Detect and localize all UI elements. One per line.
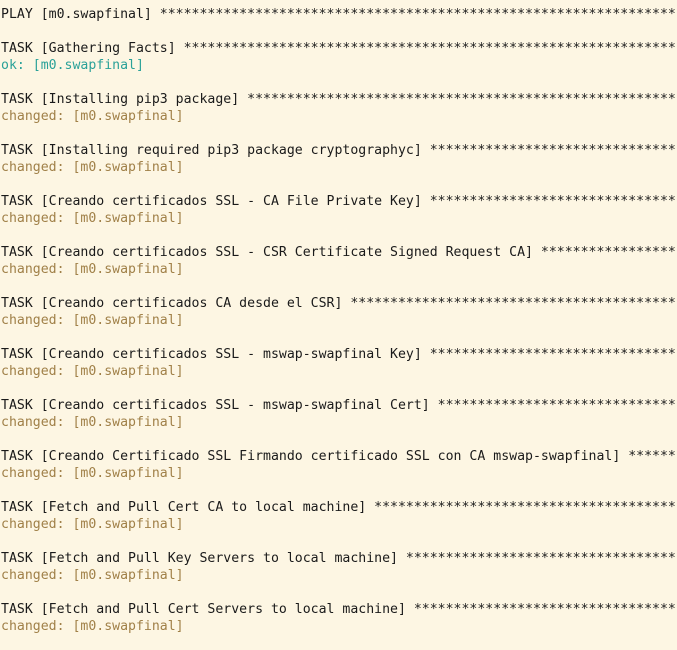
task-result: changed: [m0.swapfinal]	[1, 517, 184, 532]
task-line: TASK [Installing required pip3 package c…	[1, 143, 677, 158]
task-result: changed: [m0.swapfinal]	[1, 619, 184, 634]
task-line: TASK [Creando certificados CA desde el C…	[1, 296, 677, 311]
task-line: TASK [Fetch and Pull Cert Servers to loc…	[1, 602, 677, 617]
task-result: changed: [m0.swapfinal]	[1, 109, 184, 124]
task-line: TASK [Gathering Facts] *****************…	[1, 41, 677, 56]
task-line: TASK [Creando certificados SSL - CA File…	[1, 194, 677, 209]
task-result: changed: [m0.swapfinal]	[1, 211, 184, 226]
task-line: TASK [Creando certificados SSL - CSR Cer…	[1, 245, 677, 260]
task-result: changed: [m0.swapfinal]	[1, 466, 184, 481]
play-header: PLAY [m0.swapfinal] ********************…	[1, 7, 677, 22]
task-line: TASK [Creando certificados SSL - mswap-s…	[1, 347, 677, 362]
task-result: changed: [m0.swapfinal]	[1, 415, 184, 430]
task-result: changed: [m0.swapfinal]	[1, 262, 184, 277]
task-line: TASK [Creando Certificado SSL Firmando c…	[1, 449, 677, 464]
task-line: TASK [Creando certificados SSL - mswap-s…	[1, 398, 677, 413]
task-result: changed: [m0.swapfinal]	[1, 160, 184, 175]
task-line: TASK [Fetch and Pull Cert CA to local ma…	[1, 500, 677, 515]
task-line: TASK [Fetch and Pull Key Servers to loca…	[1, 551, 677, 566]
task-result: ok: [m0.swapfinal]	[1, 58, 144, 73]
task-line: TASK [Installing pip3 package] *********…	[1, 92, 677, 107]
task-result: changed: [m0.swapfinal]	[1, 313, 184, 328]
task-result: changed: [m0.swapfinal]	[1, 568, 184, 583]
terminal-output: PLAY [m0.swapfinal] ********************…	[0, 0, 677, 650]
task-result: changed: [m0.swapfinal]	[1, 364, 184, 379]
